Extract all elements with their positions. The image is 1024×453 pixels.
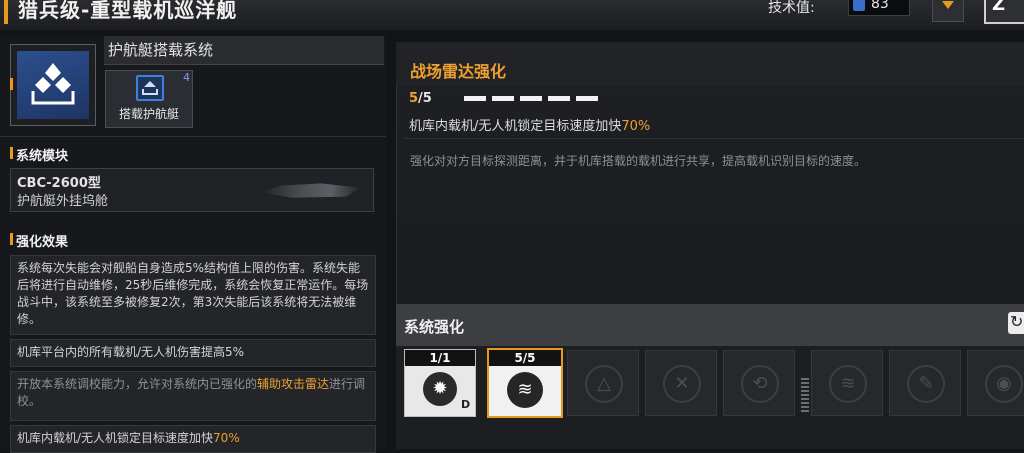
detail-effect-line: 机库内载机/无人机锁定目标速度加快70% — [409, 115, 650, 134]
enhancement-slot-locked[interactable]: △ — [567, 350, 639, 416]
top-bar: 猎兵级-重型载机巡洋舰 技术值: 83 Z — [0, 0, 1024, 30]
level-pip — [548, 96, 570, 101]
detail-effect-highlight: 70% — [621, 119, 651, 134]
enhancement-slot-locked[interactable]: ✎ — [889, 350, 961, 416]
level-pip — [492, 96, 514, 101]
page-title: 猎兵级-重型载机巡洋舰 — [18, 0, 238, 22]
divider — [0, 136, 386, 137]
detail-description: 强化对对方目标探测距离，并于机库搭载的载机进行共享，提高载机识别目标的速度。 — [410, 154, 867, 168]
level-pip — [576, 96, 598, 101]
enhancement-slot-locked[interactable]: ◉ — [967, 350, 1024, 416]
section-mark — [10, 233, 13, 245]
corner-button[interactable]: Z — [984, 0, 1024, 24]
divider — [404, 138, 1024, 139]
effect-highlight: 70% — [213, 431, 240, 445]
tech-points-icon — [853, 0, 865, 11]
effect-section-title: 强化效果 — [16, 235, 69, 250]
radar-icon: ≋ — [507, 372, 543, 408]
carrier-card[interactable]: 搭载护航艇 — [105, 70, 193, 128]
signal-icon: ◉ — [985, 365, 1023, 403]
system-header: 护航艇搭载系统 — [104, 36, 384, 65]
enhancement-slot-locked[interactable]: ≋ — [811, 350, 883, 416]
title-accent — [4, 0, 8, 24]
ship-silhouette — [261, 183, 361, 198]
corner-glyph: Z — [992, 0, 1006, 15]
system-accent-mark — [10, 78, 13, 90]
enhancement-card[interactable]: 1/1 ✹ D — [404, 349, 476, 417]
level-pip — [464, 96, 486, 101]
effect-text: 开放本系统调校能力，允许对系统内已强化的 — [17, 377, 258, 391]
effect-item: 机库平台内的所有载机/无人机伤害提高5% — [10, 339, 376, 367]
target-icon: ✕ — [663, 365, 701, 403]
refresh-button[interactable]: ↻ — [1008, 312, 1024, 334]
hangar-icon — [31, 63, 75, 105]
enhancement-bar: 系统强化 ↻ — [396, 304, 1024, 346]
radar-up-icon: △ — [585, 365, 623, 403]
level-current: 5 — [409, 91, 419, 106]
carrier-label: 搭载护航艇 — [118, 107, 179, 121]
dropdown-button[interactable] — [932, 0, 964, 22]
tech-value: 83 — [871, 0, 889, 12]
module-section-title: 系统模块 — [16, 149, 69, 164]
effect-item: 开放本系统调校能力，允许对系统内已强化的辅助攻击雷达进行调校。 — [10, 371, 376, 421]
enhancement-card-selected[interactable]: 5/5 ≋ — [487, 348, 563, 418]
tech-value-box: 83 — [848, 0, 910, 16]
enhancement-slot-locked[interactable]: ✕ — [645, 350, 717, 416]
enhancement-slot-locked[interactable]: ⟲ — [723, 350, 795, 416]
escort-boat-icon — [136, 75, 164, 101]
cycle-icon: ⟲ — [741, 365, 779, 403]
effect-highlight: 辅助攻击雷达 — [257, 377, 330, 391]
card-level: 1/1 — [405, 350, 475, 366]
wrench-icon: ✎ — [907, 365, 945, 403]
card-level: 5/5 — [489, 350, 561, 366]
level-max: /5 — [418, 91, 432, 106]
enhancement-title: 系统强化 — [404, 318, 465, 336]
radar-icon: ≋ — [829, 365, 867, 403]
module-code: CBC-2600型 — [17, 176, 101, 191]
effect-text: 机库内载机/无人机锁定目标速度加快 — [17, 431, 214, 445]
refresh-icon: ↻ — [1010, 312, 1024, 331]
burst-icon: ✹ — [423, 372, 457, 406]
effect-text: 系统每次失能会对舰船自身造成5%结构值上限的伤害。系统失能后将进行自动维修，25… — [17, 261, 369, 326]
system-name: 护航艇搭载系统 — [108, 41, 214, 59]
carrier-count: 4 — [183, 71, 190, 84]
module-box[interactable]: CBC-2600型 护航艇外挂坞舱 — [10, 168, 374, 212]
effect-text: 机库平台内的所有载机/无人机伤害提高5% — [17, 345, 245, 359]
tech-label: 技术值: — [768, 0, 815, 16]
detail-effect-text: 机库内载机/无人机锁定目标速度加快 — [409, 119, 622, 134]
detail-level: 5/5 — [409, 91, 432, 106]
system-icon-art — [17, 51, 89, 119]
effect-item: 系统每次失能会对舰船自身造成5%结构值上限的伤害。系统失能后将进行自动维修，25… — [10, 255, 376, 335]
system-icon[interactable] — [10, 44, 96, 126]
slot-divider — [801, 378, 809, 412]
module-name: 护航艇外挂坞舱 — [17, 194, 109, 209]
level-pip — [520, 96, 542, 101]
card-badge: D — [461, 398, 471, 411]
section-mark — [10, 147, 13, 159]
detail-title: 战场雷达强化 — [410, 62, 507, 81]
chevron-down-icon — [942, 1, 954, 9]
